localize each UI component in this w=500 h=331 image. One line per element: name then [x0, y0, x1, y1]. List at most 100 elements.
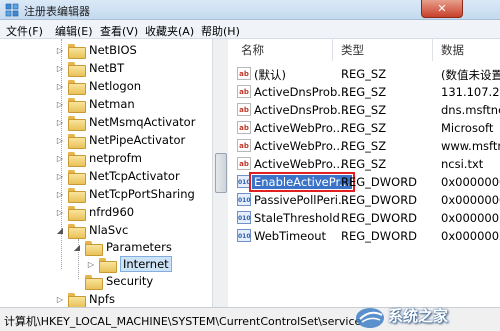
value-name: PassivePollPeri...: [254, 193, 349, 207]
folder-icon: [99, 257, 117, 273]
value-data: 0x0000001: [441, 211, 500, 225]
folder-icon: [68, 151, 86, 167]
value-row[interactable]: ab ActiveDnsProb... REG_SZ 131.107.25: [233, 83, 500, 101]
folder-icon: [68, 169, 86, 185]
tree-item-netlogon[interactable]: ▷ Netlogon: [55, 77, 141, 95]
registry-tree[interactable]: ▷ NetBIOS ▷ NetBT ▷ Netlogon ▷ Netman ▷ …: [0, 39, 228, 307]
value-name: StaleThreshold: [254, 211, 340, 225]
menu-view[interactable]: 查看(V): [100, 23, 138, 39]
tree-item-netbios[interactable]: ▷ NetBIOS: [55, 41, 137, 59]
value-name: ActiveWebPro...: [254, 121, 344, 135]
value-data: 0x0000000: [441, 175, 500, 189]
tree-scrollbar-thumb[interactable]: [215, 153, 227, 193]
watermark-logo: 系统之家: [350, 301, 500, 331]
tree-item-label: Internet: [120, 256, 172, 272]
tree-item-nfrd960[interactable]: ▷ nfrd960: [55, 203, 134, 221]
column-header-data[interactable]: 数据: [433, 39, 500, 61]
tree-item-netprofm[interactable]: ▷ netprofm: [55, 149, 142, 167]
value-name: ActiveWebPro...: [254, 157, 344, 171]
tree-item-parameters[interactable]: ◢ Parameters: [72, 238, 172, 256]
value-name: WebTimeout: [254, 229, 327, 243]
value-data: (数值未设置: [441, 68, 500, 82]
value-data: www.msftn: [441, 139, 500, 153]
menu-help[interactable]: 帮助(H): [201, 23, 240, 39]
expand-arrow-icon[interactable]: ▷: [55, 117, 65, 127]
value-name: (默认): [254, 68, 286, 82]
folder-icon: [85, 274, 103, 290]
folder-icon: [68, 187, 86, 203]
close-button[interactable]: ✕: [421, 0, 463, 18]
column-header-name[interactable]: 名称: [233, 39, 333, 61]
tree-item-npfs[interactable]: ▷ Npfs: [55, 290, 115, 307]
menu-file[interactable]: 文件(F): [6, 23, 43, 39]
tree-item-label: NetTcpActivator: [89, 169, 180, 183]
menu-bar: 文件(F) 编辑(E) 查看(V) 收藏夹(A) 帮助(H): [0, 20, 500, 39]
folder-icon: [68, 292, 86, 307]
watermark-text: 系统之家: [388, 307, 449, 325]
folder-icon: [68, 97, 86, 113]
tree-item-netpipeactivator[interactable]: ▷ NetPipeActivator: [55, 131, 185, 149]
values-list[interactable]: 名称 类型 数据 ab (默认) REG_SZ (数值未设置 ab Active…: [233, 39, 500, 307]
value-type: REG_DWORD: [341, 229, 418, 243]
value-row-selected[interactable]: 010 EnableActivePr... REG_DWORD 0x000000…: [233, 172, 500, 192]
tree-item-label: NetBIOS: [89, 43, 137, 57]
tree-item-nlasvc[interactable]: ◢ NlaSvc: [55, 221, 128, 239]
tree-item-label: Security: [106, 274, 154, 288]
expand-arrow-icon[interactable]: ▷: [55, 135, 65, 145]
value-row[interactable]: ab (默认) REG_SZ (数值未设置: [233, 65, 500, 83]
expand-arrow-icon[interactable]: ▷: [55, 63, 65, 73]
value-name: ActiveDnsProb...: [254, 103, 349, 117]
column-header-type[interactable]: 类型: [333, 39, 433, 61]
value-row[interactable]: ab ActiveWebPro... REG_SZ www.msftn: [233, 137, 500, 155]
folder-icon: [68, 205, 86, 221]
expand-arrow-icon[interactable]: ▷: [55, 171, 65, 181]
value-row[interactable]: ab ActiveDnsProb... REG_SZ dns.msftnc: [233, 101, 500, 119]
expander-placeholder: [72, 276, 82, 286]
tree-scrollbar[interactable]: [212, 39, 228, 307]
value-data: 0x0000000: [441, 193, 500, 207]
value-row[interactable]: 010 WebTimeout REG_DWORD 0x0000002: [233, 227, 500, 245]
dword-value-icon: 010: [237, 175, 251, 188]
value-type: REG_SZ: [341, 85, 387, 99]
folder-icon: [68, 61, 86, 77]
value-data: ncsi.txt: [441, 157, 484, 171]
value-row[interactable]: 010 PassivePollPeri... REG_DWORD 0x00000…: [233, 191, 500, 209]
collapse-arrow-icon[interactable]: ◢: [55, 225, 65, 235]
value-type: REG_SZ: [341, 157, 387, 171]
tree-item-nettcpportsharing[interactable]: ▷ NetTcpPortSharing: [55, 185, 195, 203]
registry-path: 计算机\HKEY_LOCAL_MACHINE\SYSTEM\CurrentCon…: [4, 315, 362, 328]
string-value-icon: ab: [237, 157, 251, 170]
folder-icon: [68, 133, 86, 149]
tree-item-netbt[interactable]: ▷ NetBT: [55, 59, 124, 77]
menu-edit[interactable]: 编辑(E): [55, 23, 93, 39]
expand-arrow-icon[interactable]: ▷: [55, 294, 65, 304]
window-title: 注册表编辑器: [24, 5, 90, 18]
tree-item-internet[interactable]: ▷ Internet: [86, 255, 172, 273]
tree-item-label: NlaSvc: [89, 223, 129, 237]
folder-icon: [68, 43, 86, 59]
expand-arrow-icon[interactable]: ▷: [55, 81, 65, 91]
tree-item-netmsmqactivator[interactable]: ▷ NetMsmqActivator: [55, 113, 195, 131]
value-row[interactable]: ab ActiveWebPro... REG_SZ ncsi.txt: [233, 155, 500, 173]
expand-arrow-icon[interactable]: ▷: [55, 45, 65, 55]
tree-item-netman[interactable]: ▷ Netman: [55, 95, 135, 113]
value-row[interactable]: 010 StaleThreshold REG_DWORD 0x0000001: [233, 209, 500, 227]
tree-item-label: NetBT: [89, 61, 125, 75]
title-bar[interactable]: 注册表编辑器 ✕: [0, 0, 500, 20]
tree-item-label: Netlogon: [89, 79, 142, 93]
value-type: REG_DWORD: [341, 175, 418, 189]
menu-favorites[interactable]: 收藏夹(A): [145, 23, 194, 39]
expand-arrow-icon[interactable]: ▷: [55, 153, 65, 163]
expand-arrow-icon[interactable]: ▷: [86, 259, 96, 269]
string-value-icon: ab: [237, 85, 251, 98]
collapse-arrow-icon[interactable]: ◢: [72, 242, 82, 252]
tree-item-security[interactable]: Security: [72, 272, 153, 290]
tree-item-nettcpactivator[interactable]: ▷ NetTcpActivator: [55, 167, 180, 185]
value-row[interactable]: ab ActiveWebPro... REG_SZ Microsoft: [233, 119, 500, 137]
dword-value-icon: 010: [237, 193, 251, 206]
expand-arrow-icon[interactable]: ▷: [55, 207, 65, 217]
string-value-icon: ab: [237, 139, 251, 152]
expand-arrow-icon[interactable]: ▷: [55, 189, 65, 199]
expand-arrow-icon[interactable]: ▷: [55, 99, 65, 109]
dword-value-icon: 010: [237, 211, 251, 224]
